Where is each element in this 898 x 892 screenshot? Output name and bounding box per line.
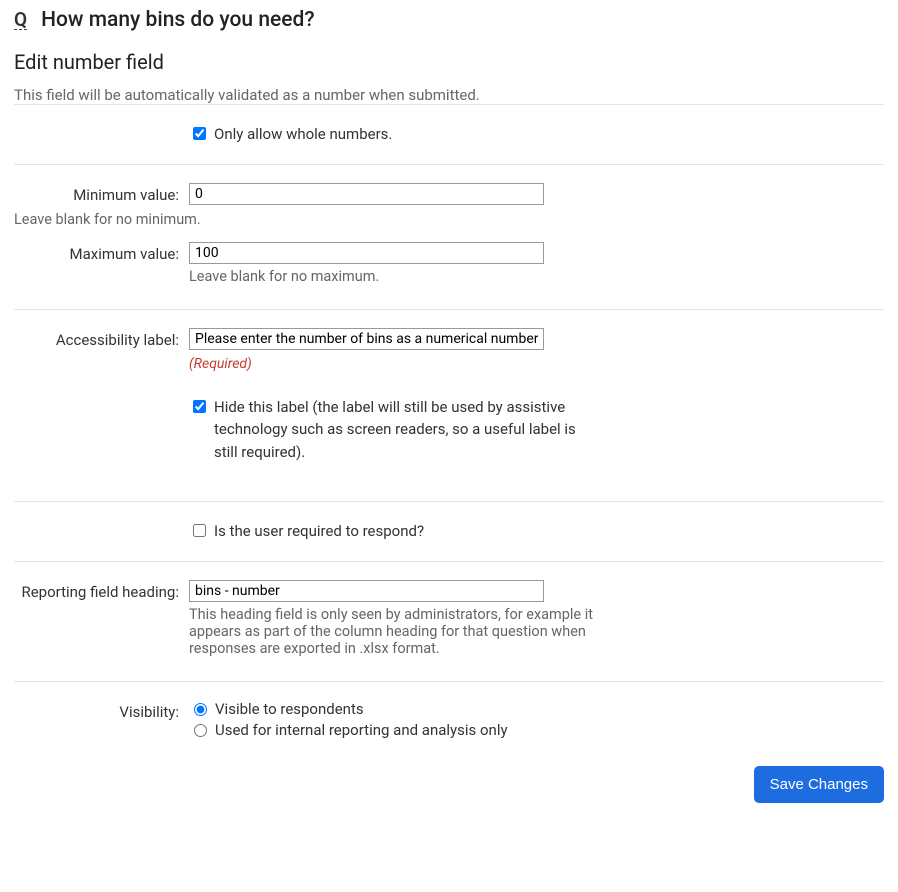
- whole-numbers-label: Only allow whole numbers.: [214, 123, 392, 146]
- reporting-input[interactable]: [189, 580, 544, 602]
- visibility-label: Visibility:: [14, 700, 189, 721]
- reporting-label: Reporting field heading:: [14, 580, 189, 601]
- reporting-hint: This heading field is only seen by admin…: [189, 606, 629, 657]
- minimum-label: Minimum value:: [14, 183, 189, 204]
- required-note: (Required): [189, 356, 639, 372]
- page-subtitle: Edit number field: [14, 50, 884, 74]
- save-button[interactable]: Save Changes: [754, 766, 884, 803]
- required-checkbox[interactable]: [193, 524, 206, 537]
- maximum-hint: Leave blank for no maximum.: [189, 268, 639, 285]
- hide-label-text: Hide this label (the label will still be…: [214, 396, 599, 464]
- hide-label-checkbox[interactable]: [193, 400, 206, 413]
- page-title: How many bins do you need?: [41, 8, 314, 32]
- maximum-label: Maximum value:: [14, 242, 189, 263]
- required-label: Is the user required to respond?: [214, 520, 424, 543]
- whole-numbers-checkbox[interactable]: [193, 127, 206, 140]
- accessibility-label: Accessibility label:: [14, 328, 189, 349]
- page-description: This field will be automatically validat…: [14, 86, 884, 104]
- visibility-visible-radio[interactable]: [194, 703, 207, 716]
- minimum-input[interactable]: [189, 183, 544, 205]
- accessibility-input[interactable]: [189, 328, 544, 350]
- visibility-visible-label: Visible to respondents: [215, 700, 364, 718]
- minimum-hint: Leave blank for no minimum.: [14, 211, 884, 228]
- visibility-internal-label: Used for internal reporting and analysis…: [215, 721, 508, 739]
- question-icon: Q: [14, 10, 27, 30]
- maximum-input[interactable]: [189, 242, 544, 264]
- visibility-internal-radio[interactable]: [194, 724, 207, 737]
